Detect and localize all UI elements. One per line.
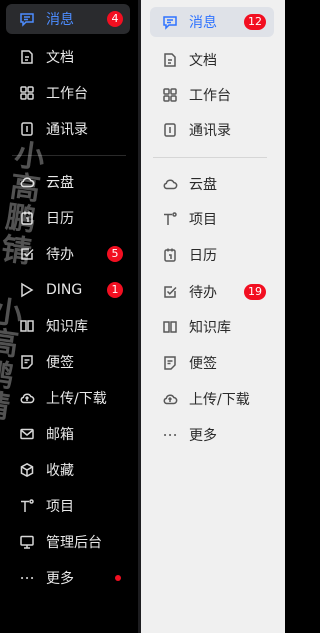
contacts-icon xyxy=(18,120,36,138)
dark-sidebar-item-admin[interactable]: 管理后台 xyxy=(6,527,130,557)
sidebar-item-label: 邮箱 xyxy=(46,427,74,443)
chat-bubble-icon xyxy=(161,13,179,31)
document-icon xyxy=(161,51,179,69)
light-sidebar-item-more[interactable]: 更多 xyxy=(150,420,274,450)
dark-sidebar: 消息 4 文档 工作台 通讯录 云盘 日历 待办 5 DING 1 知识库 便签… xyxy=(0,0,138,633)
sidebar-item-label: 日历 xyxy=(189,248,217,264)
cloud-transfer-icon xyxy=(161,390,179,408)
note-icon xyxy=(18,353,36,371)
sidebar-item-label: 便签 xyxy=(189,356,217,372)
calendar-icon xyxy=(161,246,179,264)
dark-sidebar-item-contacts[interactable]: 通讯录 xyxy=(6,114,130,144)
note-icon xyxy=(161,354,179,372)
unread-badge: 19 xyxy=(244,284,266,300)
book-icon xyxy=(18,317,36,335)
dark-sidebar-item-messages[interactable]: 消息 4 xyxy=(6,4,130,34)
unread-badge: 4 xyxy=(107,11,123,27)
light-sidebar-item-workbench[interactable]: 工作台 xyxy=(150,80,274,110)
dark-sidebar-item-projects[interactable]: 项目 xyxy=(6,491,130,521)
sidebar-item-label: 管理后台 xyxy=(46,535,102,551)
sidebar-item-label: 文档 xyxy=(46,50,74,66)
dark-sidebar-item-cloud[interactable]: 云盘 xyxy=(6,167,130,197)
chat-bubble-icon xyxy=(18,10,36,28)
sidebar-item-label: 消息 xyxy=(189,15,217,31)
light-sidebar: 消息 12 文档 工作台 通讯录 云盘 项目 日历 待办 19 知识库 便签 上… xyxy=(141,0,285,633)
divider xyxy=(12,155,126,156)
sidebar-item-label: 收藏 xyxy=(46,463,74,479)
monitor-icon xyxy=(18,533,36,551)
light-sidebar-item-docs[interactable]: 文档 xyxy=(150,45,274,75)
sidebar-item-label: 更多 xyxy=(46,571,74,587)
contacts-icon xyxy=(161,121,179,139)
unread-badge: 5 xyxy=(107,246,123,262)
sidebar-item-label: 文档 xyxy=(189,53,217,69)
checkbox-icon xyxy=(18,245,36,263)
calendar-icon xyxy=(18,209,36,227)
sidebar-item-label: 项目 xyxy=(189,212,217,228)
sidebar-item-label: 知识库 xyxy=(189,320,231,336)
dark-sidebar-item-docs[interactable]: 文档 xyxy=(6,42,130,72)
sidebar-item-label: 便签 xyxy=(46,355,74,371)
grid-icon xyxy=(161,86,179,104)
dark-sidebar-item-mail[interactable]: 邮箱 xyxy=(6,419,130,449)
more-dots-icon xyxy=(18,569,36,587)
sidebar-item-label: 更多 xyxy=(189,428,217,444)
light-sidebar-item-transfer[interactable]: 上传/下载 xyxy=(150,384,274,414)
dark-sidebar-item-favorites[interactable]: 收藏 xyxy=(6,455,130,485)
divider xyxy=(153,157,267,158)
dark-sidebar-item-todo[interactable]: 待办 5 xyxy=(6,239,130,269)
light-sidebar-item-notes[interactable]: 便签 xyxy=(150,348,274,378)
light-sidebar-item-messages[interactable]: 消息 12 xyxy=(150,7,274,37)
ding-icon xyxy=(18,281,36,299)
sidebar-item-label: 项目 xyxy=(46,499,74,515)
dark-sidebar-item-calendar[interactable]: 日历 xyxy=(6,203,130,233)
cube-icon xyxy=(18,461,36,479)
sidebar-item-label: 通讯录 xyxy=(46,122,88,138)
dark-sidebar-item-knowledge-base[interactable]: 知识库 xyxy=(6,311,130,341)
light-sidebar-item-todo[interactable]: 待办 19 xyxy=(150,277,274,307)
unread-badge: 12 xyxy=(244,14,266,30)
cloud-transfer-icon xyxy=(18,389,36,407)
dark-sidebar-item-notes[interactable]: 便签 xyxy=(6,347,130,377)
light-sidebar-item-cloud[interactable]: 云盘 xyxy=(150,169,274,199)
document-icon xyxy=(18,48,36,66)
cloud-icon xyxy=(18,173,36,191)
project-icon xyxy=(161,210,179,228)
sidebar-item-label: 云盘 xyxy=(46,175,74,191)
envelope-icon xyxy=(18,425,36,443)
sidebar-item-label: 上传/下载 xyxy=(189,392,250,408)
unread-badge: 1 xyxy=(107,282,123,298)
project-icon xyxy=(18,497,36,515)
dark-sidebar-item-transfer[interactable]: 上传/下载 xyxy=(6,383,130,413)
sidebar-item-label: 知识库 xyxy=(46,319,88,335)
sidebar-item-label: 通讯录 xyxy=(189,123,231,139)
dark-sidebar-item-more[interactable]: 更多 xyxy=(6,563,130,593)
light-sidebar-item-projects[interactable]: 项目 xyxy=(150,204,274,234)
sidebar-item-label: 消息 xyxy=(46,12,74,28)
sidebar-item-label: 待办 xyxy=(189,285,217,301)
cloud-icon xyxy=(161,175,179,193)
dark-sidebar-item-ding[interactable]: DING 1 xyxy=(6,275,130,305)
sidebar-item-label: 工作台 xyxy=(46,86,88,102)
dark-sidebar-item-workbench[interactable]: 工作台 xyxy=(6,78,130,108)
sidebar-item-label: 待办 xyxy=(46,247,74,263)
more-dots-icon xyxy=(161,426,179,444)
sidebar-item-label: DING xyxy=(46,282,83,298)
light-sidebar-item-knowledge-base[interactable]: 知识库 xyxy=(150,312,274,342)
sidebar-item-label: 工作台 xyxy=(189,88,231,104)
checkbox-icon xyxy=(161,283,179,301)
grid-icon xyxy=(18,84,36,102)
light-sidebar-item-contacts[interactable]: 通讯录 xyxy=(150,115,274,145)
sidebar-item-label: 云盘 xyxy=(189,177,217,193)
sidebar-item-label: 日历 xyxy=(46,211,74,227)
sidebar-item-label: 上传/下载 xyxy=(46,391,107,407)
book-icon xyxy=(161,318,179,336)
notification-dot xyxy=(115,575,121,581)
light-sidebar-item-calendar[interactable]: 日历 xyxy=(150,240,274,270)
